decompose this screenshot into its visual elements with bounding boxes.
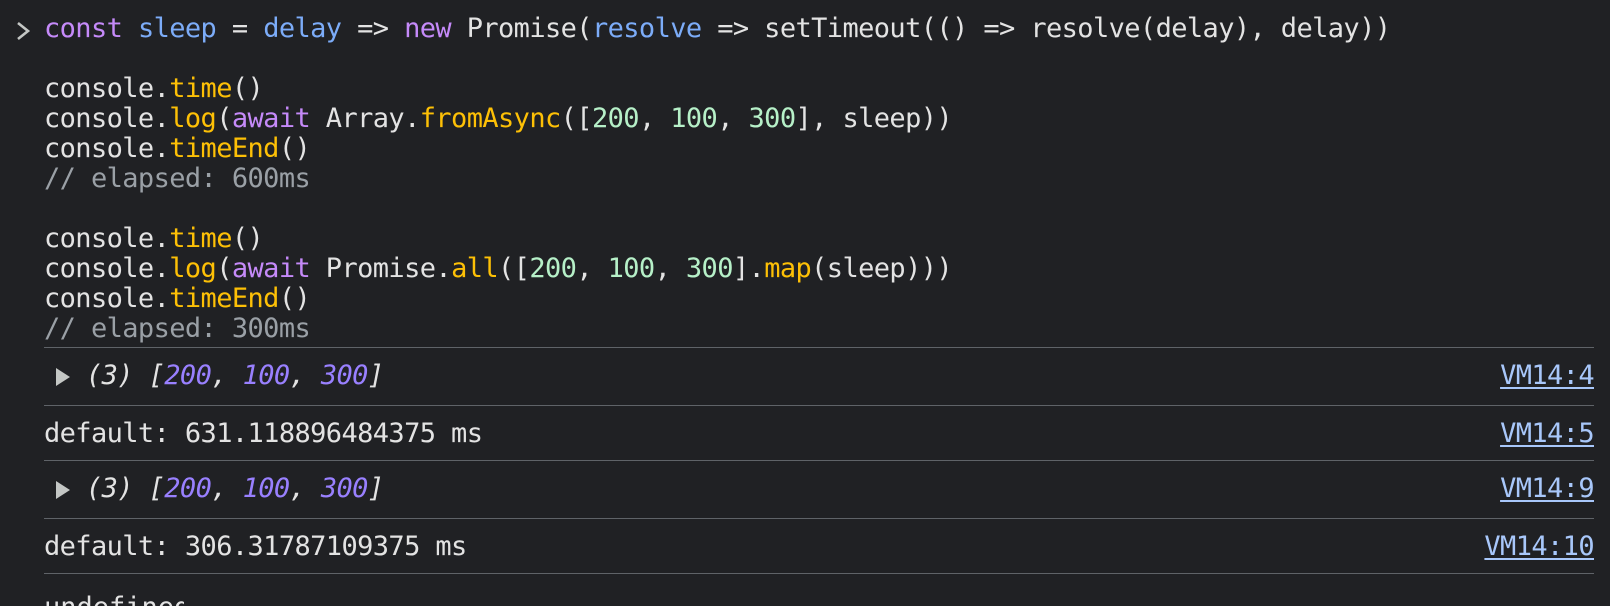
code-token: console. [44, 223, 170, 254]
code-token: => setTimeout(() => resolve(delay), dela… [701, 13, 1391, 44]
code-token: timeEnd [169, 133, 279, 164]
code-token: 300 [685, 253, 734, 284]
console-array-message[interactable]: (3) [200, 100, 300] VM14:9 [0, 461, 1610, 519]
code-line: // elapsed: 300ms [44, 314, 1390, 344]
array-separator: , [289, 473, 321, 504]
code-token: // elapsed: 300ms [44, 313, 311, 344]
code-token: () [278, 283, 311, 314]
code-token: 200 [591, 103, 640, 134]
code-token: all [451, 253, 499, 284]
code-token: new [404, 13, 452, 44]
code-token: , [654, 253, 686, 284]
code-token: () [231, 223, 264, 254]
code-token: delay [263, 13, 342, 44]
code-token: resolve [591, 13, 702, 44]
array-preview[interactable]: (3) [200, 100, 300] [86, 473, 384, 504]
code-token: , [717, 103, 749, 134]
array-prefix: (3) [ [86, 360, 165, 391]
source-link[interactable]: VM14:9 [1500, 473, 1595, 504]
partial-message: undefined [44, 592, 184, 606]
code-token: Array. [310, 103, 421, 134]
code-token: () [278, 133, 311, 164]
source-link[interactable]: VM14:10 [1484, 531, 1594, 562]
code-token: 100 [607, 253, 656, 284]
code-token: fromAsync [419, 103, 562, 134]
code-token: console. [44, 283, 170, 314]
code-token: ], sleep)) [795, 103, 953, 134]
code-token: 100 [670, 103, 718, 134]
array-separator: , [211, 360, 243, 391]
source-link[interactable]: VM14:4 [1500, 360, 1595, 391]
code-token: , [576, 253, 608, 284]
code-token: console. [44, 103, 170, 134]
array-separator: , [211, 473, 243, 504]
code-line: const sleep = delay => new Promise(resol… [44, 13, 1391, 44]
code-token: console. [44, 133, 170, 164]
code-token: ([ [498, 253, 530, 284]
code-line: console.log(await Array.fromAsync([200, … [44, 104, 1390, 134]
expand-triangle-icon[interactable] [56, 368, 70, 386]
chevron-right-icon [17, 21, 31, 41]
code-token: time [169, 73, 232, 104]
code-token: ( [216, 103, 232, 134]
partial-message-text: undefined [44, 592, 184, 606]
console-log-message: default: 631.118896484375 ms VM14:5 [0, 406, 1610, 461]
array-value: 300 [320, 360, 369, 391]
console-log-message: default: 306.31787109375 ms VM14:10 [0, 519, 1610, 574]
code-token: console. [44, 253, 170, 284]
code-token: Promise. [310, 253, 452, 284]
code-token: await [231, 253, 311, 284]
code-line: console.timeEnd() [44, 284, 1390, 314]
array-separator: , [289, 360, 321, 391]
code-token: time [169, 223, 232, 254]
code-line: // elapsed: 600ms [44, 164, 1390, 194]
log-text: default: 631.118896484375 ms [44, 418, 483, 449]
code-line: console.timeEnd() [44, 134, 1390, 164]
code-token: sleep [137, 13, 217, 44]
array-suffix: ] [367, 473, 384, 504]
array-value: 100 [242, 473, 291, 504]
array-value: 100 [242, 360, 291, 391]
console-array-message[interactable]: (3) [200, 100, 300] VM14:4 [0, 348, 1610, 406]
array-suffix: ] [367, 360, 384, 391]
expand-triangle-icon[interactable] [56, 481, 70, 499]
array-value: 200 [164, 360, 212, 391]
code-line: console.time() [44, 74, 1390, 104]
log-text: default: 306.31787109375 ms [44, 531, 467, 562]
code-token: log [169, 253, 217, 284]
code-token: const [44, 13, 123, 44]
code-token: timeEnd [169, 283, 279, 314]
array-value: 200 [164, 473, 212, 504]
array-value: 300 [320, 473, 369, 504]
code-token: = [216, 13, 264, 44]
code-token: 300 [748, 103, 797, 134]
code-token: 200 [529, 253, 577, 284]
console-panel: const sleep = delay => new Promise(resol… [0, 0, 1610, 606]
code-line: console.time() [44, 224, 1390, 254]
code-token: () [231, 73, 264, 104]
code-token: ( [216, 253, 232, 284]
code-token: log [169, 103, 217, 134]
code-token: map [764, 253, 812, 284]
source-link[interactable]: VM14:5 [1500, 418, 1595, 449]
code-line: console.log(await Promise.all([200, 100,… [44, 254, 1390, 284]
code-token: ]. [732, 253, 765, 284]
code-token: => [341, 13, 405, 44]
array-prefix: (3) [ [86, 473, 165, 504]
code-token: Promise( [451, 13, 593, 44]
code-token: , [638, 103, 671, 134]
code-token: await [231, 103, 311, 134]
code-token: (sleep))) [811, 253, 953, 284]
code-token: ([ [560, 103, 593, 134]
array-preview[interactable]: (3) [200, 100, 300] [86, 360, 384, 391]
console-input-code[interactable]: const sleep = delay => new Promise(resol… [44, 13, 1391, 344]
code-token: console. [44, 73, 170, 104]
code-token: // elapsed: 600ms [44, 163, 311, 194]
